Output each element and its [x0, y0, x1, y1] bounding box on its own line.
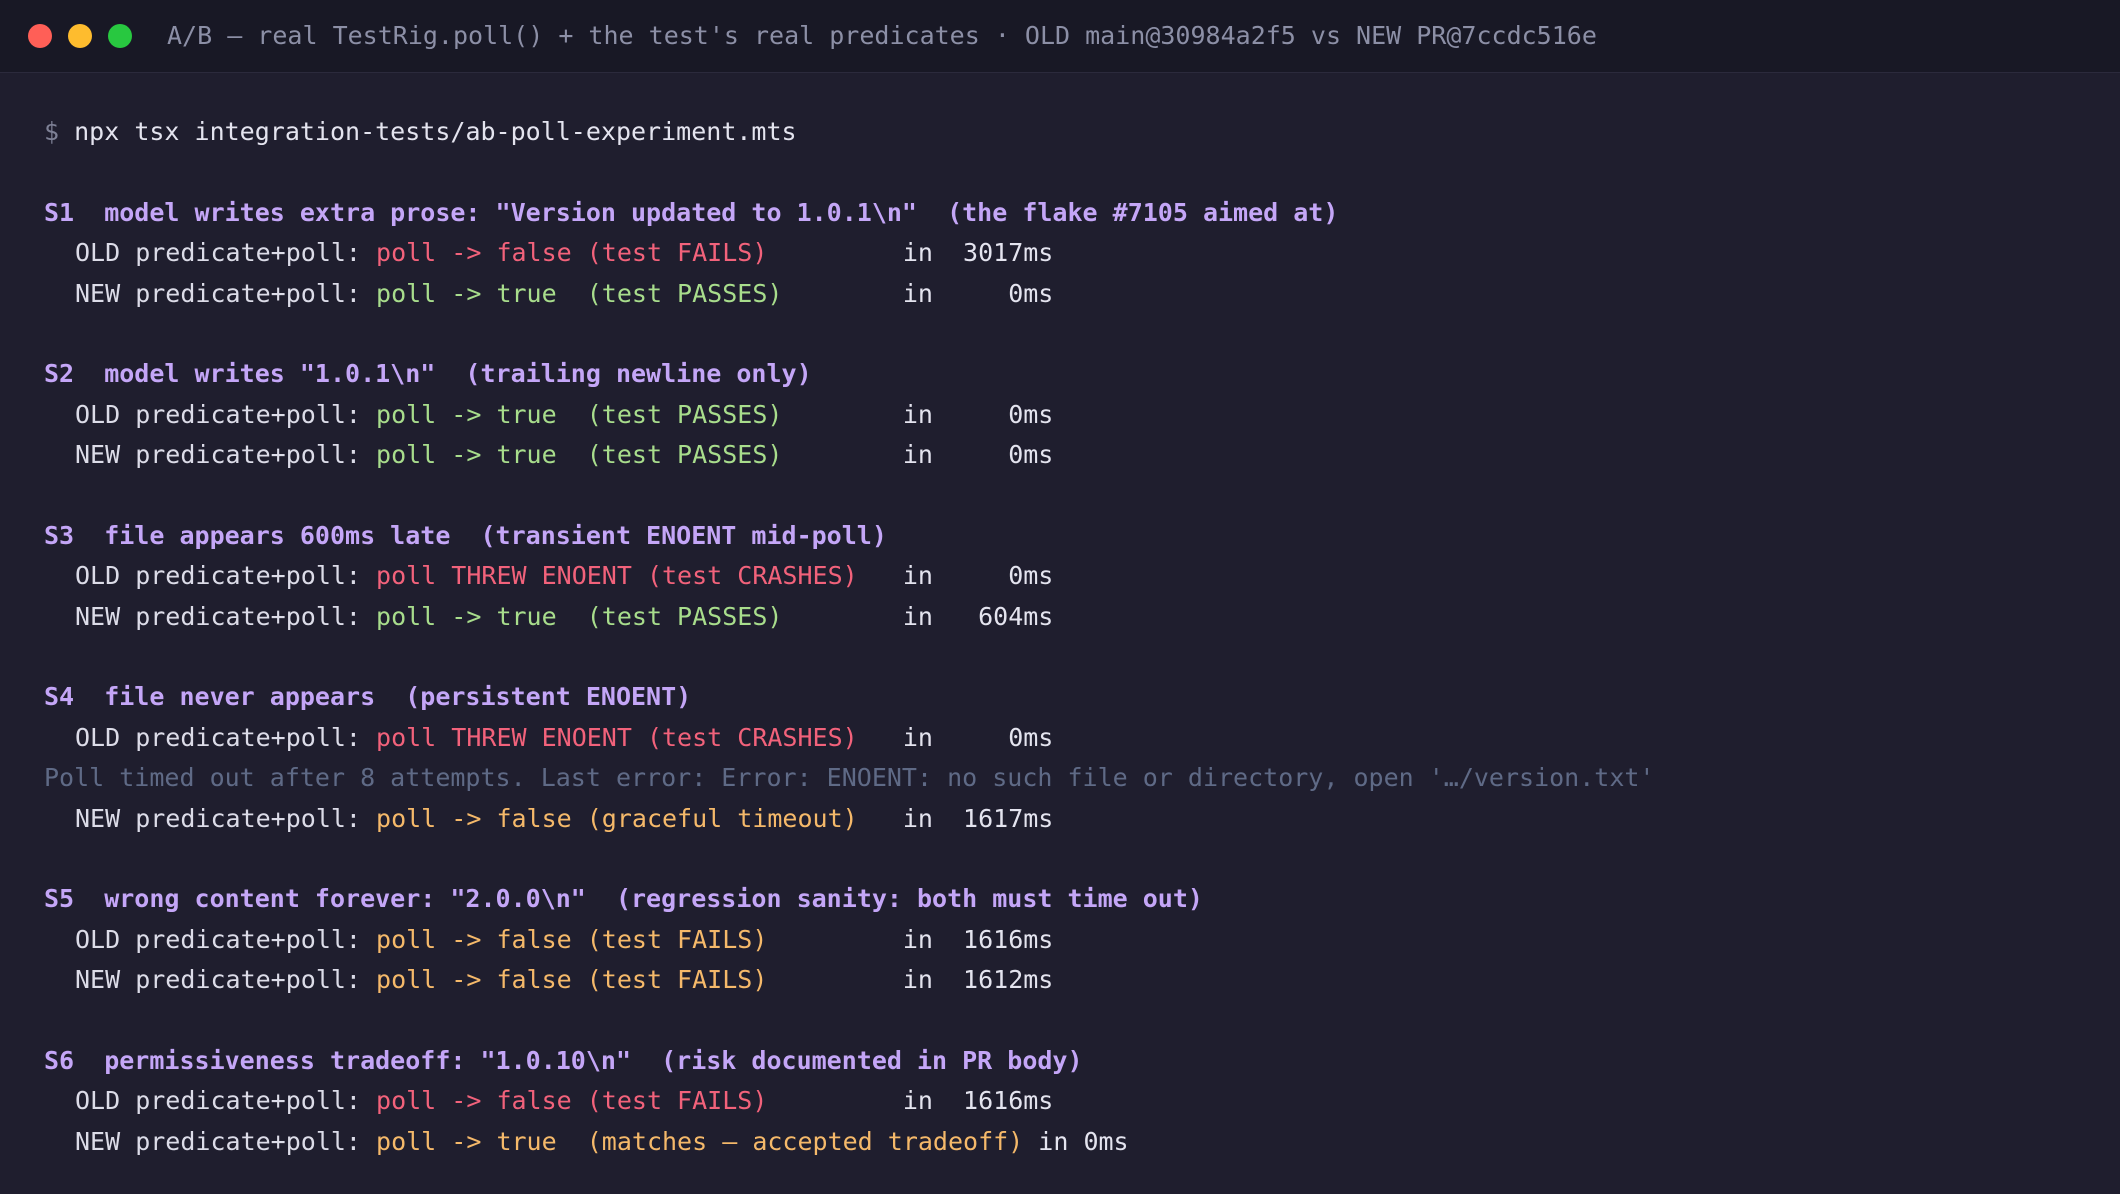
- row-timing: in 0ms: [887, 399, 1054, 429]
- row-result: poll -> false (test FAILS): [376, 924, 888, 954]
- row-label: NEW predicate+poll:: [75, 278, 377, 308]
- result-row-new: NEW predicate+poll: poll -> true (matche…: [44, 1122, 2084, 1162]
- row-label: OLD predicate+poll:: [75, 399, 377, 429]
- row-result: poll THREW ENOENT (test CRASHES): [376, 722, 888, 752]
- row-result: poll -> true (test PASSES): [376, 601, 888, 631]
- row-label: OLD predicate+poll:: [75, 238, 377, 268]
- row-label: NEW predicate+poll:: [75, 965, 377, 995]
- row-timing: in 1616ms: [887, 1086, 1054, 1116]
- row-timing: in 0ms: [887, 278, 1054, 308]
- command-line: $ npx tsx integration-tests/ab-poll-expe…: [44, 112, 2084, 152]
- row-result: poll -> true (matches — accepted tradeof…: [376, 1126, 1024, 1156]
- row-label: NEW predicate+poll:: [75, 440, 377, 470]
- result-row-old: OLD predicate+poll: poll -> false (test …: [44, 920, 2084, 960]
- row-result: poll -> true (test PASSES): [376, 278, 888, 308]
- minimize-button[interactable]: [68, 24, 92, 48]
- row-timing: in 1612ms: [887, 965, 1054, 995]
- terminal-window: A/B — real TestRig.poll() + the test's r…: [0, 0, 2120, 1194]
- zoom-button[interactable]: [108, 24, 132, 48]
- row-label: NEW predicate+poll:: [75, 1126, 377, 1156]
- row-timing: in 0ms: [887, 561, 1054, 591]
- row-timing: in 604ms: [887, 601, 1054, 631]
- result-row-new: NEW predicate+poll: poll -> true (test P…: [44, 597, 2084, 637]
- result-row-new: NEW predicate+poll: poll -> false (test …: [44, 960, 2084, 1000]
- scenario-header: S4 file never appears (persistent ENOENT…: [44, 682, 692, 712]
- result-row-old: OLD predicate+poll: poll -> false (test …: [44, 233, 2084, 273]
- row-result: poll -> false (test FAILS): [376, 965, 888, 995]
- close-button[interactable]: [28, 24, 52, 48]
- row-timing: in 1617ms: [887, 803, 1054, 833]
- row-timing: in 0ms: [1023, 1126, 1129, 1156]
- result-row-old: OLD predicate+poll: poll -> true (test P…: [44, 395, 2084, 435]
- row-timing: in 0ms: [887, 440, 1054, 470]
- prompt-symbol: $: [44, 117, 75, 146]
- row-timing: in 1616ms: [887, 924, 1054, 954]
- result-row-new: NEW predicate+poll: poll -> false (grace…: [44, 799, 2084, 839]
- row-result: poll -> true (test PASSES): [376, 399, 888, 429]
- terminal-output[interactable]: $ npx tsx integration-tests/ab-poll-expe…: [44, 112, 2084, 1162]
- scenario-header: S6 permissiveness tradeoff: "1.0.10\n" (…: [44, 1045, 1083, 1075]
- window-title: A/B — real TestRig.poll() + the test's r…: [167, 21, 1597, 50]
- result-row-old: OLD predicate+poll: poll THREW ENOENT (t…: [44, 718, 2084, 758]
- scenario-header: S1 model writes extra prose: "Version up…: [44, 197, 1339, 227]
- scenario-header: S5 wrong content forever: "2.0.0\n" (reg…: [44, 884, 1203, 914]
- scenario-header: S3 file appears 600ms late (transient EN…: [44, 520, 887, 550]
- row-label: OLD predicate+poll:: [75, 722, 377, 752]
- row-result: poll THREW ENOENT (test CRASHES): [376, 561, 888, 591]
- command-text: npx tsx integration-tests/ab-poll-experi…: [74, 117, 797, 146]
- row-label: NEW predicate+poll:: [75, 803, 377, 833]
- title-bar: A/B — real TestRig.poll() + the test's r…: [0, 0, 2120, 73]
- result-row-new: NEW predicate+poll: poll -> true (test P…: [44, 435, 2084, 475]
- row-result: poll -> false (graceful timeout): [376, 803, 888, 833]
- result-row-old: OLD predicate+poll: poll -> false (test …: [44, 1081, 2084, 1121]
- row-timing: in 3017ms: [887, 238, 1054, 268]
- row-label: NEW predicate+poll:: [75, 601, 377, 631]
- result-row-old: OLD predicate+poll: poll THREW ENOENT (t…: [44, 556, 2084, 596]
- row-label: OLD predicate+poll:: [75, 561, 377, 591]
- row-result: poll -> true (test PASSES): [376, 440, 888, 470]
- row-label: OLD predicate+poll:: [75, 1086, 377, 1116]
- row-label: OLD predicate+poll:: [75, 924, 377, 954]
- log-message: Poll timed out after 8 attempts. Last er…: [44, 763, 1655, 793]
- scenario-header: S2 model writes "1.0.1\n" (trailing newl…: [44, 359, 812, 389]
- result-row-new: NEW predicate+poll: poll -> true (test P…: [44, 274, 2084, 314]
- row-result: poll -> false (test FAILS): [376, 238, 888, 268]
- row-result: poll -> false (test FAILS): [376, 1086, 888, 1116]
- row-timing: in 0ms: [887, 722, 1054, 752]
